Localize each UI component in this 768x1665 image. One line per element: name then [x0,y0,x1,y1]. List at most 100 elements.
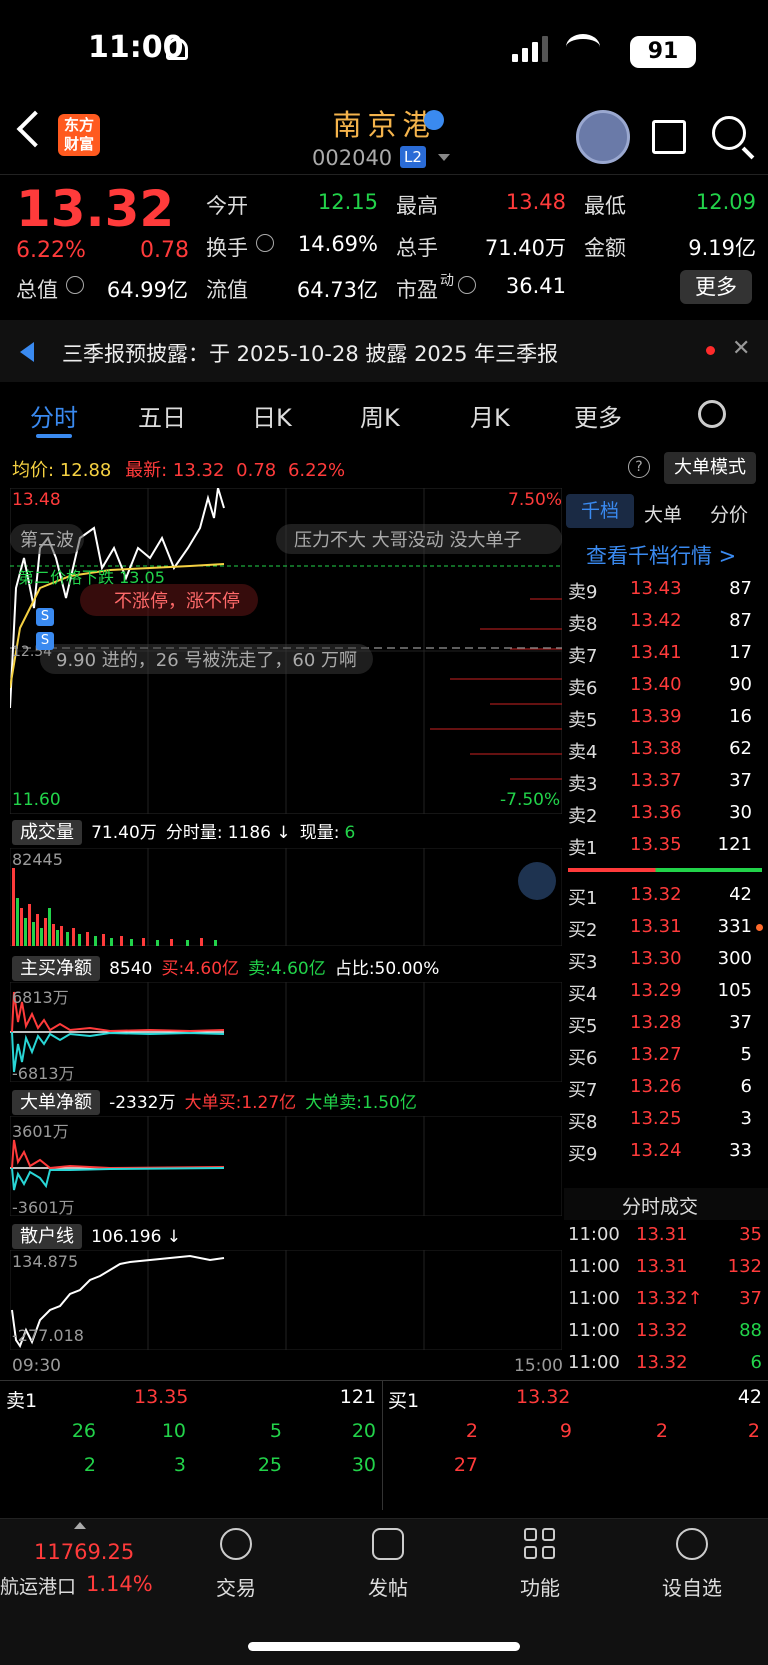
bid-price[interactable]: 13.29 [630,980,682,1001]
ask-label: 卖2 [568,806,598,827]
tab-price-distribution[interactable]: 分价 [710,500,748,527]
ask-volume: 30 [729,802,752,823]
comment-bubble[interactable]: 压力不大 大哥没动 没大单子 [276,524,562,554]
tab-monthly-k[interactable]: 月K [470,398,510,433]
bid-label: 买8 [568,1112,598,1133]
ask-label: 卖9 [568,582,598,603]
nav-add-watchlist[interactable]: 设自选 [637,1572,747,1601]
expand-up-icon[interactable] [74,1522,86,1529]
queue-mid-divider [382,1380,383,1510]
queue-buy-vol: 42 [737,1386,762,1408]
tab-more[interactable]: 更多 [574,398,622,433]
trades-title[interactable]: 分时成交 [622,1192,698,1219]
tab-weekly-k[interactable]: 周K [360,398,400,433]
bid-price[interactable]: 13.28 [630,1012,682,1033]
big-order-mode-button[interactable]: 大单模式 [664,452,756,484]
watchlist-icon[interactable] [676,1528,708,1560]
net-panel-header: 主买净额 8540 买:4.60亿 卖:4.60亿 占比:50.00% [12,954,439,981]
comment-bubble[interactable]: 9.90 进的，26 号被洗走了，60 万啊 [40,644,374,674]
bid-price[interactable]: 13.26 [630,1076,682,1097]
comment-bubble[interactable]: 不涨停，涨不停 [80,584,258,616]
ask-price[interactable]: 13.40 [630,674,682,695]
index-pct[interactable]: 1.14% [86,1572,153,1596]
share-icon[interactable] [652,120,686,154]
pct-axis-top: 7.50% [508,490,563,510]
assistant-robot-icon[interactable] [576,110,630,164]
queue-order-cell: 5 [269,1420,282,1442]
avg-value: 12.88 [59,460,112,481]
more-button[interactable]: 更多 [680,270,752,304]
ask-price[interactable]: 13.42 [630,610,682,631]
level2-badge[interactable]: L2 [400,146,426,168]
bid-price[interactable]: 13.25 [630,1108,682,1129]
search-icon[interactable] [712,116,746,150]
retail-dropdown[interactable]: 散户线 [12,1224,82,1249]
help-icon[interactable]: ? [628,456,650,478]
s-marker-icon[interactable]: S [36,608,54,626]
info-icon[interactable] [66,276,84,294]
trade-volume: 35 [739,1224,762,1245]
bid-price[interactable]: 13.24 [630,1140,682,1161]
tab-daily-k[interactable]: 日K [252,398,292,433]
queue-order-cell: 26 [71,1420,96,1442]
ask-price[interactable]: 13.39 [630,706,682,727]
tab-intraday[interactable]: 分时 [30,398,78,433]
close-icon[interactable]: ✕ [732,336,750,361]
highlight-dot [756,924,763,931]
ask-label: 卖3 [568,774,598,795]
ask-price[interactable]: 13.38 [630,738,682,759]
trade-time: 11:00 [568,1288,620,1309]
post-icon[interactable] [372,1528,404,1560]
volume-total: 71.40万 [91,823,157,843]
trade-icon[interactable] [220,1528,252,1560]
bid-price[interactable]: 13.31 [630,916,682,937]
thousand-level-link[interactable]: 查看千档行情 > [586,540,736,570]
functions-icon[interactable] [524,1528,556,1560]
tab-thousand-level[interactable]: 千档 [566,494,634,528]
bid-volume: 5 [740,1044,752,1065]
speaker-icon [20,342,34,362]
nav-functions[interactable]: 功能 [485,1572,595,1601]
trade-time: 11:00 [568,1352,620,1373]
tab-underline [36,434,72,438]
settings-icon[interactable] [698,400,726,428]
s-marker-icon[interactable]: S [36,632,54,650]
stock-name[interactable]: 南京港 [300,102,470,144]
volume-dropdown[interactable]: 成交量 [12,820,82,845]
queue-order-cell: 9 [559,1420,572,1442]
comment-bubble[interactable]: 第二波 [10,524,84,554]
latest-change: 0.78 [236,460,277,481]
tab-big-order[interactable]: 大单 [644,500,682,527]
back-icon[interactable] [16,110,54,148]
expand-icon[interactable] [518,862,556,900]
bid-price[interactable]: 13.32 [630,884,682,905]
tab-five-day[interactable]: 五日 [138,398,186,433]
bid-price[interactable]: 13.30 [630,948,682,969]
ask-price[interactable]: 13.41 [630,642,682,663]
trade-price: 13.32↑ [636,1288,703,1309]
big-buy: 大单买:1.27亿 [184,1093,297,1113]
bid-volume: 37 [729,1012,752,1033]
ask-price[interactable]: 13.35 [630,834,682,855]
nav-post[interactable]: 发帖 [333,1572,443,1601]
volume-panel-header: 成交量 71.40万 分时量: 1186 ↓ 现量: 6 [12,818,355,845]
info-icon[interactable] [256,234,274,252]
bid-price[interactable]: 13.27 [630,1044,682,1065]
big-net-dropdown[interactable]: 大单净额 [12,1090,100,1115]
index-name[interactable]: 航运港口 [0,1572,76,1599]
queue-sell-price: 13.35 [134,1386,189,1408]
info-icon[interactable] [458,276,476,294]
unread-dot [706,346,715,355]
retail-y-max: 134.875 [12,1252,79,1271]
index-value[interactable]: 11769.25 [34,1540,134,1564]
bid-volume: 331 [717,916,752,937]
net-dropdown[interactable]: 主买净额 [12,956,100,981]
battery-indicator: 91 [630,36,696,68]
chevron-down-icon[interactable] [438,154,450,161]
ask-price[interactable]: 13.36 [630,802,682,823]
ask-price[interactable]: 13.37 [630,770,682,791]
queue-order-cell: 2 [655,1420,668,1442]
bid-label: 买2 [568,920,598,941]
ask-price[interactable]: 13.43 [630,578,682,599]
nav-trade[interactable]: 交易 [181,1572,291,1601]
